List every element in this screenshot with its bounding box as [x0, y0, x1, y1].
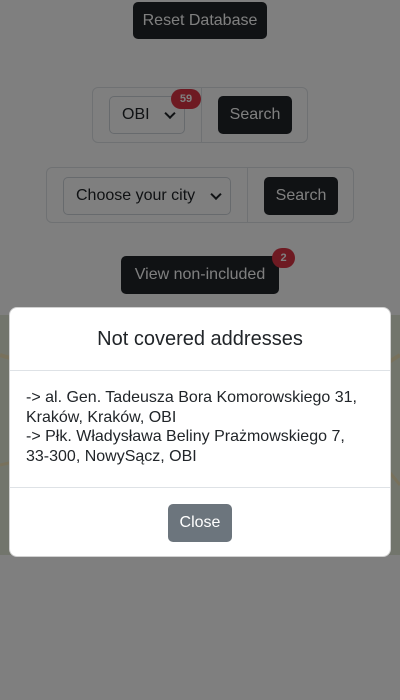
not-covered-modal: Not covered addresses -> al. Gen. Tadeus… [9, 307, 391, 557]
page: Reset Database OBI 59 Search Choose your… [0, 0, 400, 700]
modal-title: Not covered addresses [97, 327, 303, 350]
modal-body: -> al. Gen. Tadeusza Bora Komorowskiego … [10, 371, 390, 488]
address-line: -> Płk. Władysława Beliny Prażmowskiego … [26, 428, 345, 445]
address-line: -> al. Gen. Tadeusza Bora Komorowskiego … [26, 389, 357, 406]
address-line: Kraków, Kraków, OBI [26, 408, 177, 426]
close-button[interactable]: Close [168, 504, 232, 542]
address-line: 33-300, NowySącz, OBI [26, 447, 197, 465]
modal-header: Not covered addresses [10, 308, 390, 371]
modal-footer: Close [10, 488, 390, 558]
